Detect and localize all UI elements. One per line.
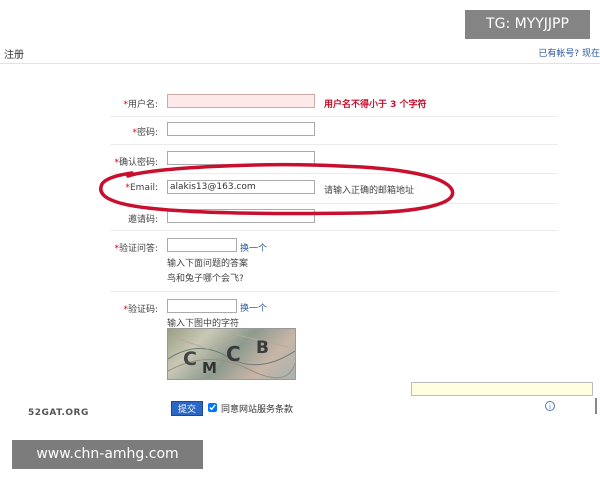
tg-watermark: TG: MYYJJPP xyxy=(465,10,590,39)
email-annotation-circle xyxy=(99,162,455,216)
site-watermark: 52GAT.ORG xyxy=(28,408,89,418)
url-watermark: www.chn-amhg.com xyxy=(12,440,203,469)
